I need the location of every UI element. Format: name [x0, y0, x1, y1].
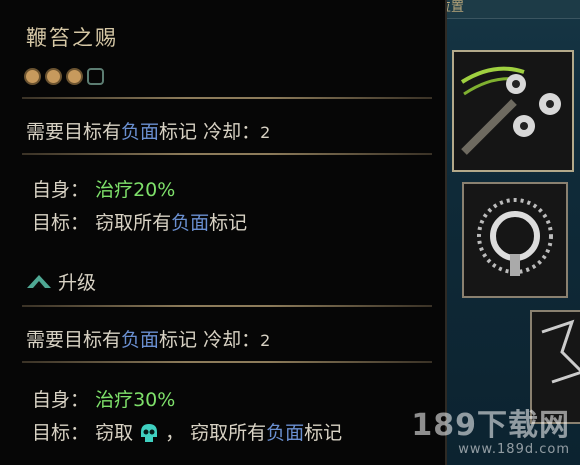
upgrade-self-effect: 自身： 治疗30% — [32, 385, 175, 412]
heal-value: 治疗20% — [95, 179, 176, 201]
divider — [22, 361, 432, 363]
upgrade-icon — [26, 272, 52, 295]
negative-keyword: 负面 — [121, 121, 160, 143]
base-target-effect: 目标： 窃取所有负面标记 — [32, 208, 247, 235]
target-prefix: 窃取所有 — [95, 212, 172, 234]
watermark-main: 189下载网 — [411, 408, 570, 443]
upgrade-requirement: 需要目标有负面标记 冷却：2 — [26, 325, 270, 352]
negative-keyword: 负面 — [171, 212, 210, 234]
skill-title: 鞭笞之赐 — [26, 26, 118, 50]
cooldown-label: 冷却： — [203, 121, 261, 143]
level-pip-filled — [24, 68, 41, 85]
skill-slot-flail[interactable] — [452, 50, 574, 172]
negative-keyword: 负面 — [121, 329, 160, 351]
divider — [22, 305, 432, 307]
negative-keyword: 负面 — [266, 422, 305, 444]
divider — [22, 153, 432, 155]
req-prefix: 需要目标有 — [26, 329, 122, 351]
upgrade-label: 升级 — [58, 272, 97, 294]
level-pip-empty — [87, 68, 104, 85]
self-label: 自身： — [32, 179, 90, 201]
flail-skill-icon — [454, 52, 572, 170]
self-label: 自身： — [32, 389, 90, 411]
req-prefix: 需要目标有 — [26, 121, 122, 143]
target-label: 目标： — [32, 422, 90, 444]
skill-tooltip: 鞭笞之赐 需要目标有负面标记 冷却：2 自身： 治疗20% 目标： 窃取所有负面… — [0, 0, 447, 465]
skull-icon — [137, 422, 161, 446]
level-pip-filled — [45, 68, 62, 85]
target-suffix: 标记 — [209, 212, 248, 234]
cooldown-label: 冷却： — [203, 329, 261, 351]
spiked-ring-skill-icon — [464, 184, 566, 296]
target-prefix: 窃取所有 — [190, 422, 267, 444]
cooldown-value: 2 — [260, 331, 271, 350]
watermark-url: www.189d.com — [458, 442, 570, 457]
level-pip-filled — [66, 68, 83, 85]
position-header: 位置 — [430, 0, 580, 19]
base-requirement: 需要目标有负面标记 冷却：2 — [26, 117, 270, 144]
skill-slot-ring[interactable] — [462, 182, 568, 298]
upgrade-heading: 升级 — [26, 268, 96, 295]
heal-value: 治疗30% — [95, 389, 176, 411]
req-suffix: 标记 — [159, 121, 198, 143]
req-suffix: 标记 — [159, 329, 198, 351]
site-watermark: 189下载网 www.189d.com — [411, 400, 570, 457]
separator: ， — [165, 422, 185, 444]
divider — [22, 97, 432, 99]
cooldown-value: 2 — [260, 123, 271, 142]
target-label: 目标： — [32, 212, 90, 234]
target-suffix: 标记 — [304, 422, 343, 444]
base-self-effect: 自身： 治疗20% — [32, 175, 175, 202]
upgrade-target-effect: 目标： 窃取 ， 窃取所有负面标记 — [32, 418, 342, 446]
skill-level-pips — [24, 68, 104, 85]
target-steal: 窃取 — [95, 422, 134, 444]
